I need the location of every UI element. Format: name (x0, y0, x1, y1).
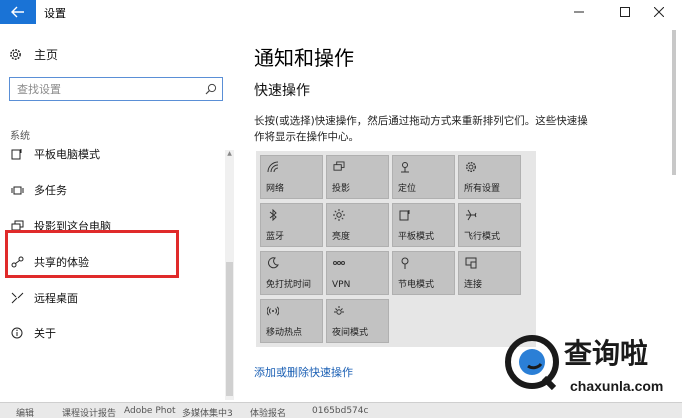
project-icon (332, 160, 345, 173)
tile-label: 夜间模式 (332, 328, 369, 338)
arrow-left-icon (11, 6, 24, 18)
airplane-icon (464, 208, 477, 221)
watermark-logo-icon (505, 335, 559, 390)
taskbar-item[interactable]: 体验报名 (250, 406, 286, 418)
add-remove-quick-actions-link[interactable]: 添加或删除快速操作 (254, 364, 353, 380)
tile-label: VPN (332, 280, 351, 290)
tile-label: 投影 (332, 184, 351, 194)
taskbar-item[interactable]: Adobe Phot (124, 406, 176, 416)
tile-label: 飞行模式 (464, 232, 501, 242)
quick-action-tile-all-settings[interactable]: 所有设置 (458, 155, 521, 199)
tile-label: 蓝牙 (266, 232, 285, 242)
maximize-button[interactable] (608, 0, 642, 24)
brightness-icon (332, 208, 345, 221)
back-button[interactable] (0, 0, 36, 24)
tile-label: 免打扰时间 (266, 280, 312, 290)
tile-label: 亮度 (332, 232, 351, 242)
sidebar-item-label: 关于 (34, 327, 56, 340)
section-label: 系统 (10, 131, 30, 142)
sidebar-item-tablet-mode[interactable]: 平板电脑模式 (10, 144, 100, 164)
quick-action-tile-tablet-mode[interactable]: 平板模式 (392, 203, 455, 247)
hotspot-icon (266, 304, 279, 317)
connect-icon (464, 256, 477, 269)
tile-label: 连接 (464, 280, 483, 290)
section-title: 快速操作 (254, 83, 310, 99)
sidebar-item-label: 远程桌面 (34, 292, 78, 305)
bluetooth-icon (266, 208, 279, 221)
sidebar: 主页 系统 平板电脑模式 多任务 投影到这台电脑 共享的体验 远程桌面 (0, 24, 236, 402)
quick-action-tile-battery-saver[interactable]: 节电模式 (392, 251, 455, 295)
highlight-annotation (5, 230, 179, 278)
description-text: 长按(或选择)快速操作，然后通过拖动方式来重新排列它们。这些快速操作将显示在操作… (254, 115, 588, 143)
sidebar-item-multitask[interactable]: 多任务 (10, 180, 67, 200)
multitask-icon (10, 183, 24, 197)
tablet-mode-icon (10, 147, 24, 161)
quick-action-tile-location[interactable]: 定位 (392, 155, 455, 199)
sidebar-item-remote-desktop[interactable]: 远程桌面 (10, 288, 78, 308)
title-bar: 设置 (0, 0, 682, 24)
minimize-button[interactable] (562, 0, 596, 24)
quick-action-tile-bluetooth[interactable]: 蓝牙 (260, 203, 323, 247)
search-box[interactable] (9, 77, 223, 101)
watermark-cn: 查询啦 (564, 337, 649, 370)
gear-icon (8, 47, 22, 61)
taskbar-item[interactable]: 多媒体集中3 (182, 406, 233, 418)
close-icon (654, 7, 664, 17)
info-icon (10, 326, 24, 340)
battery-saver-icon (398, 256, 411, 269)
remote-desktop-icon (10, 291, 24, 305)
sidebar-item-about[interactable]: 关于 (10, 323, 56, 343)
sidebar-item-label: 平板电脑模式 (34, 148, 100, 161)
sidebar-item-label: 多任务 (34, 184, 67, 197)
taskbar: 编辑 课程设计报告 Adobe Phot 多媒体集中3 体验报名 0165bd5… (0, 402, 682, 418)
maximize-icon (620, 7, 630, 17)
scroll-up-icon[interactable]: ▲ (226, 150, 233, 158)
tablet-mode-icon (398, 208, 411, 221)
watermark: 查询啦 chaxunla.com (500, 328, 682, 402)
close-button[interactable] (642, 0, 676, 24)
main-scroll-thumb[interactable] (672, 30, 676, 175)
moon-icon (266, 256, 279, 269)
quick-actions-grid: 网络 投影 定位 所有设置 蓝牙 亮度 平板模式 飞行模式 免打扰时间 VPN … (256, 151, 536, 347)
quick-action-tile-night-light[interactable]: 夜间模式 (326, 299, 389, 343)
location-icon (398, 160, 411, 173)
tile-label: 移动热点 (266, 328, 303, 338)
quick-action-tile-hotspot[interactable]: 移动热点 (260, 299, 323, 343)
search-input[interactable] (10, 78, 190, 101)
quick-action-tile-project[interactable]: 投影 (326, 155, 389, 199)
page-title: 通知和操作 (254, 46, 354, 70)
tile-label: 平板模式 (398, 232, 435, 242)
sidebar-home-label: 主页 (34, 47, 59, 62)
quick-action-tile-connect[interactable]: 连接 (458, 251, 521, 295)
taskbar-item[interactable]: 编辑 (16, 406, 34, 418)
quick-action-tile-quiet-hours[interactable]: 免打扰时间 (260, 251, 323, 295)
quick-action-tile-vpn[interactable]: VPN (326, 251, 389, 295)
search-icon (205, 83, 217, 95)
quick-action-tile-network[interactable]: 网络 (260, 155, 323, 199)
night-light-icon (332, 304, 345, 317)
quick-action-tile-brightness[interactable]: 亮度 (326, 203, 389, 247)
sidebar-home[interactable]: 主页 (8, 44, 58, 64)
sidebar-scroll-thumb[interactable] (226, 262, 233, 396)
watermark-en: chaxunla.com (570, 378, 664, 394)
tile-label: 节电模式 (398, 280, 435, 290)
quick-action-tile-airplane-mode[interactable]: 飞行模式 (458, 203, 521, 247)
taskbar-item[interactable]: 0165bd574c (312, 406, 368, 416)
minimize-icon (574, 11, 584, 13)
gear-icon (464, 160, 477, 173)
window-title: 设置 (44, 7, 66, 20)
tile-label: 定位 (398, 184, 417, 194)
tile-label: 所有设置 (464, 184, 501, 194)
taskbar-item[interactable]: 课程设计报告 (62, 406, 116, 418)
network-icon (266, 160, 279, 173)
vpn-icon (332, 256, 345, 269)
tile-label: 网络 (266, 184, 285, 194)
